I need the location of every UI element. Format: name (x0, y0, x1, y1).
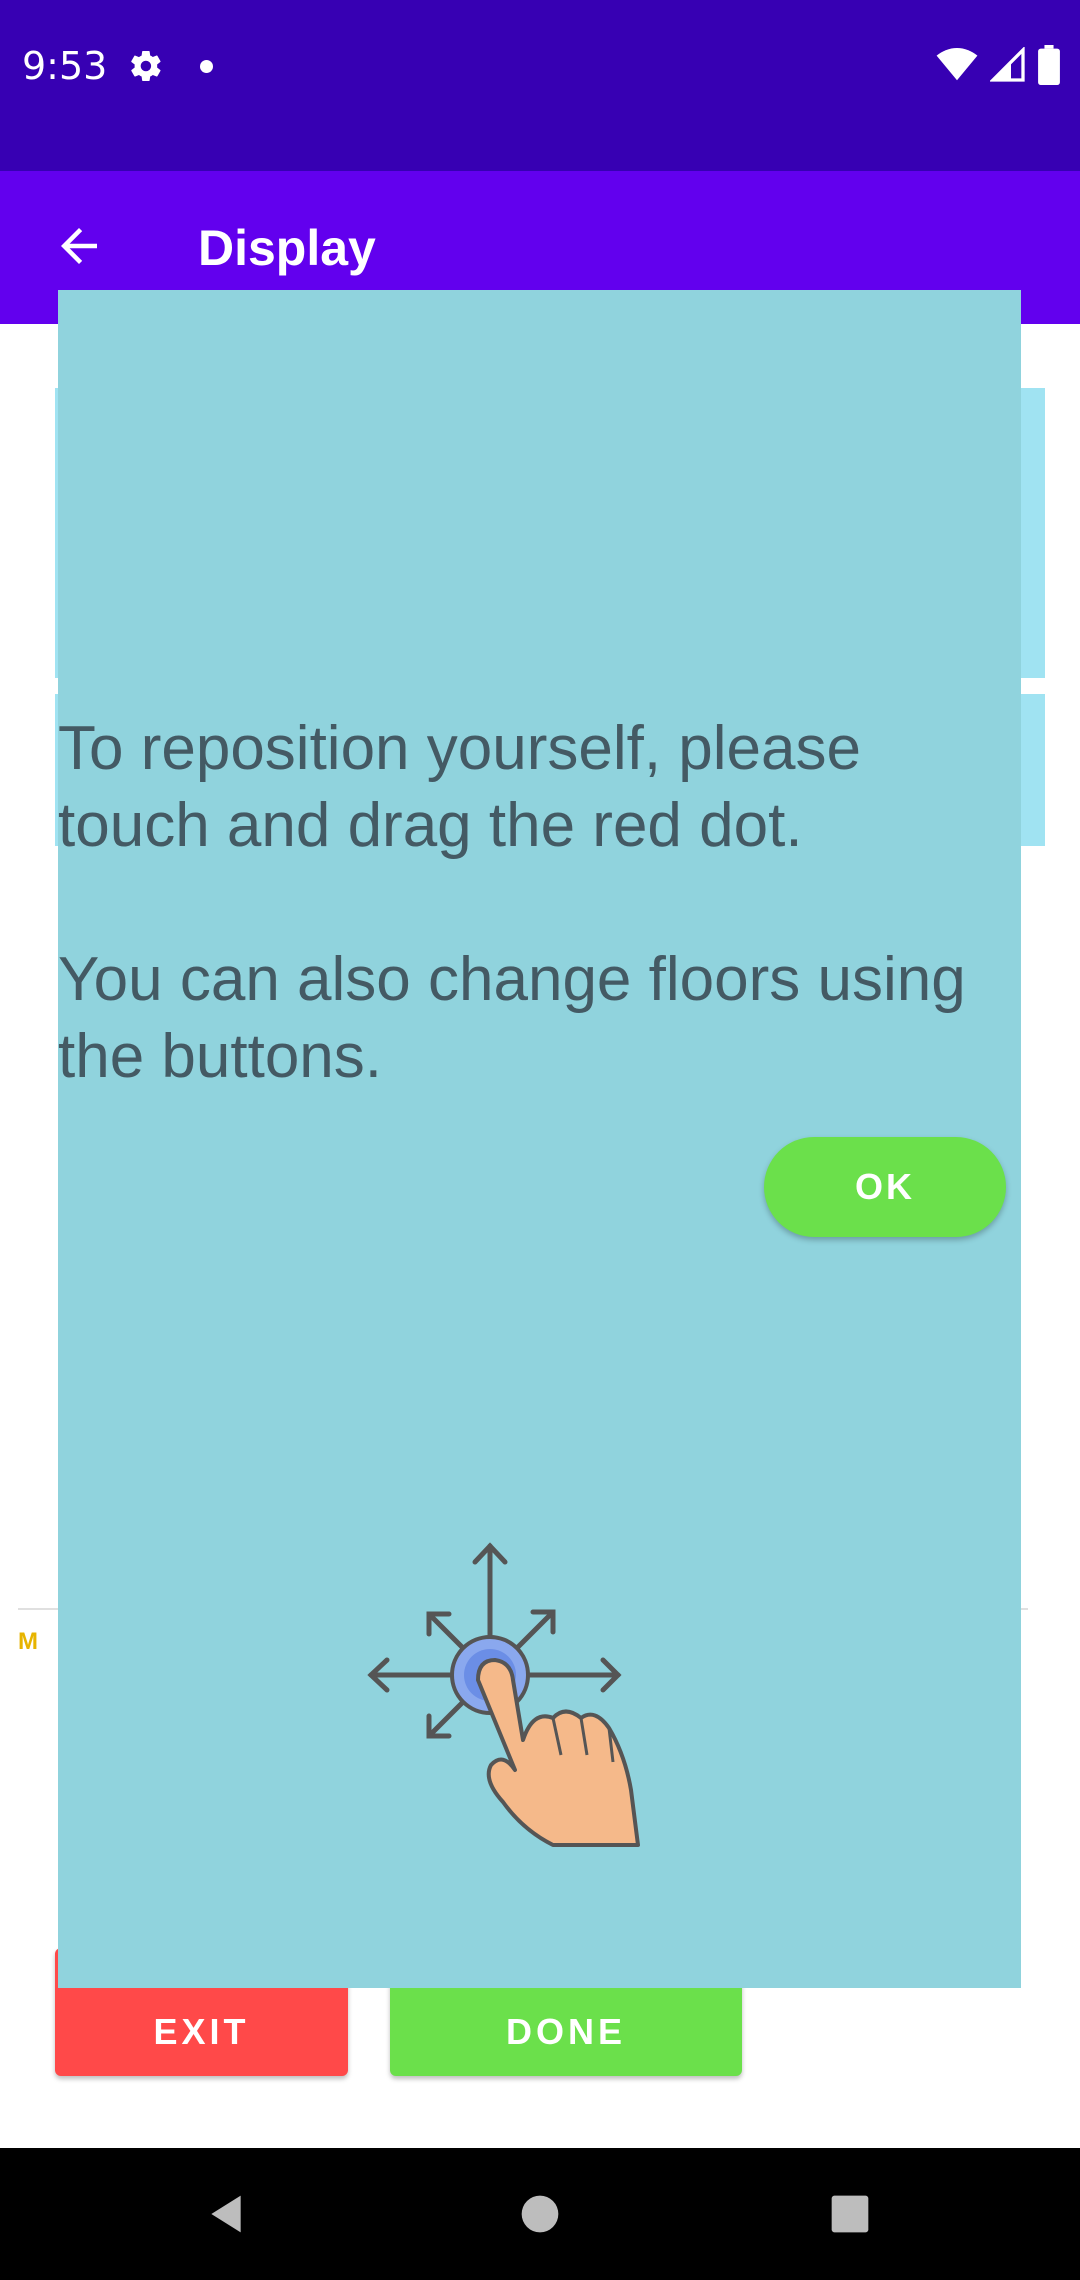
nav-home-icon[interactable] (518, 2192, 562, 2236)
navigation-bar (0, 2148, 1080, 2280)
dialog-message: To reposition yourself, please touch and… (58, 714, 966, 1091)
status-icons (936, 44, 1060, 86)
status-bar: 9:53 (0, 0, 1080, 171)
map-logo: M (18, 1628, 38, 1655)
instruction-dialog: To reposition yourself, please touch and… (58, 290, 1021, 1988)
status-time: 9:53 (22, 44, 108, 88)
battery-icon (1038, 45, 1060, 85)
ok-button[interactable]: OK (764, 1137, 1006, 1237)
wifi-icon (936, 48, 978, 81)
nav-back-icon[interactable] (204, 2192, 248, 2236)
page-title: Display (198, 220, 376, 276)
gear-icon (131, 50, 161, 82)
arrow-left-icon[interactable] (52, 219, 106, 273)
nav-recents-icon[interactable] (828, 2192, 872, 2236)
notification-dot-icon (200, 60, 213, 73)
touch-drag-hand-icon (367, 1542, 640, 1847)
signal-icon (990, 47, 1025, 82)
screen: 9:53 Display M EXIT DONE To reposition y… (0, 0, 1080, 2280)
